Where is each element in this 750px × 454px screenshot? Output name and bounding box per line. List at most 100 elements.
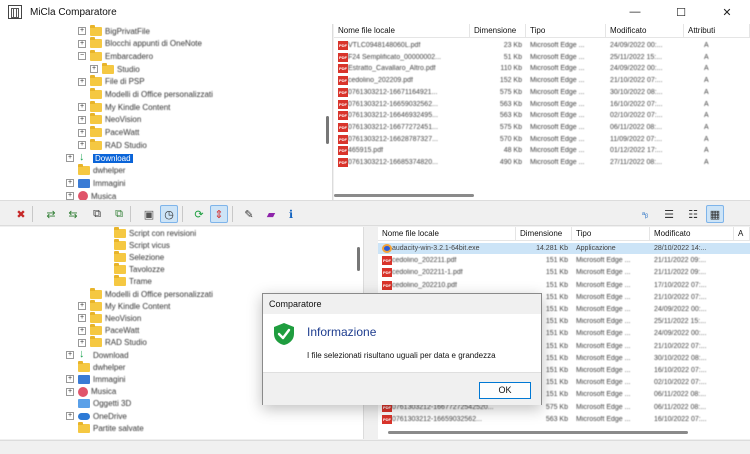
sync-right-icon[interactable]: ⇆	[64, 205, 82, 223]
table-row[interactable]: PDF 0761303212-16659032562... 563 Kb Micros…	[378, 414, 750, 425]
tree-item[interactable]: + Immagini	[66, 177, 125, 189]
maximize-button[interactable]: ☐	[658, 0, 704, 24]
table-row[interactable]: PDF Estratto_Cavallaro_Altro.pdf 110 Kb Mic…	[334, 63, 750, 74]
expand-icon[interactable]: +	[66, 179, 74, 188]
tree-item[interactable]: Partite salvate	[66, 421, 144, 434]
top-file-list[interactable]: Nome file locale Dimensione Tipo Modificato…	[334, 24, 750, 200]
column-header[interactable]: Modificato	[606, 24, 684, 38]
tree-item[interactable]: − Embarcadero	[78, 49, 153, 62]
column-header[interactable]: Dimensione	[516, 227, 572, 241]
expand-icon[interactable]: +	[78, 128, 86, 137]
tree-item[interactable]: dwhelper	[66, 164, 125, 177]
tree-item[interactable]: + NeoVision	[78, 311, 141, 324]
expand-icon[interactable]: +	[78, 39, 86, 48]
expand-icon[interactable]: +	[78, 77, 86, 86]
column-header[interactable]: Dimensione	[470, 24, 526, 38]
expand-icon[interactable]: +	[78, 338, 86, 347]
table-row[interactable]: PDF cedolino_202209.pdf 152 Kb Microsoft Ed…	[334, 75, 750, 86]
expand-icon[interactable]: +	[78, 27, 86, 35]
expand-icon[interactable]: +	[66, 387, 74, 396]
tree-item[interactable]: + OneDrive	[66, 410, 127, 422]
tree-item[interactable]: + My Kindle Content	[78, 299, 170, 312]
top-list-hscrollbar[interactable]	[334, 194, 474, 197]
date-compare-icon[interactable]: ◷	[160, 205, 178, 223]
collapse-icon[interactable]: −	[78, 52, 86, 61]
table-row[interactable]: PDF cedolino_202211-1.pdf 151 Kb Microsoft …	[378, 267, 750, 278]
column-header[interactable]: Nome file locale	[334, 24, 470, 38]
table-row[interactable]: PDF 0761303212-16659032562... 563 Kb Micros…	[334, 99, 750, 110]
expand-icon[interactable]: +	[78, 326, 86, 335]
expand-icon[interactable]: +	[66, 192, 74, 200]
sort-alpha-icon[interactable]: ᵃᵦ	[636, 205, 654, 223]
ok-button[interactable]: OK	[479, 382, 531, 399]
table-row[interactable]: PDF 0761303212-16677272451... 575 Kb Micros…	[334, 122, 750, 133]
expand-icon[interactable]: +	[66, 412, 74, 420]
minimize-button[interactable]: —	[612, 0, 658, 24]
tree-item[interactable]: + RAD Studio	[78, 138, 147, 151]
expand-icon[interactable]: +	[78, 302, 86, 311]
top-tree-scrollbar[interactable]	[326, 116, 329, 144]
copy-right-icon[interactable]: ⧉	[110, 205, 128, 223]
tree-item[interactable]: + Blocchi appunti di OneNote	[78, 37, 202, 50]
tree-item[interactable]: Script con revisioni	[102, 227, 196, 239]
info-icon[interactable]: ℹ	[282, 205, 300, 223]
table-row[interactable]: audacity-win-3.2.1-64bit.exe 14.281 Kb App…	[378, 243, 750, 254]
tree-item[interactable]: dwhelper	[66, 360, 125, 373]
table-row[interactable]: PDF cedolino_202211.pdf 151 Kb Microsoft Ed…	[378, 255, 750, 266]
grid-view-icon[interactable]: ▦	[706, 205, 724, 223]
column-header[interactable]: Tipo	[572, 227, 650, 241]
column-header[interactable]: A	[734, 227, 750, 241]
bottom-list-hscrollbar[interactable]	[388, 431, 688, 434]
column-header[interactable]: Tipo	[526, 24, 606, 38]
tree-item[interactable]: Tavolozze	[102, 263, 165, 276]
table-row[interactable]: PDF 465915.pdf 48 Kb Microsoft Edge ... 01/1…	[334, 145, 750, 156]
tree-item[interactable]: + RAD Studio	[78, 336, 147, 349]
table-row[interactable]: PDF 0761303212-16685374820... 490 Kb Micros…	[334, 157, 750, 168]
tree-item[interactable]: Selezione	[102, 250, 164, 263]
top-folder-tree[interactable]: + BigPrivatFile + Blocchi appunti di OneNot…	[0, 24, 333, 200]
expand-icon[interactable]: +	[66, 375, 74, 384]
expand-icon[interactable]: +	[90, 65, 98, 74]
expand-icon[interactable]: +	[78, 115, 86, 124]
tree-item[interactable]: + Studio	[90, 62, 140, 75]
column-header[interactable]: Nome file locale	[378, 227, 516, 241]
tree-item[interactable]: + Musica	[66, 386, 116, 398]
tree-item[interactable]: + NeoVision	[78, 113, 141, 126]
tree-item[interactable]: + Musica	[66, 190, 116, 200]
tree-item[interactable]: Oggetti 3D	[66, 398, 131, 410]
detail-view-icon[interactable]: ☷	[684, 205, 702, 223]
table-row[interactable]: PDF 0761303212-16628787327... 570 Kb Micros…	[334, 134, 750, 145]
refresh-icon[interactable]: ⟳	[190, 205, 208, 223]
table-row[interactable]: PDF 0761303212-16671164921... 575 Kb Micros…	[334, 87, 750, 98]
edit-icon[interactable]: ✎	[240, 205, 258, 223]
tree-item[interactable]: Modelli di Office personalizzati	[78, 287, 213, 300]
table-row[interactable]: PDF 0761303212-16646932495... 563 Kb Micros…	[334, 110, 750, 121]
tree-item[interactable]: + BigPrivatFile	[78, 24, 150, 37]
tree-item[interactable]: + Download	[66, 348, 129, 361]
bottom-tree-scrollbar[interactable]	[357, 247, 360, 271]
copy-left-icon[interactable]: ⧉	[88, 205, 106, 223]
compare-icon[interactable]: ▣	[140, 205, 158, 223]
expand-icon[interactable]: +	[66, 351, 74, 359]
book-icon[interactable]: ▰	[262, 205, 280, 223]
column-header[interactable]: Attributi	[684, 24, 750, 38]
tree-item[interactable]: + Download	[66, 151, 133, 164]
table-row[interactable]: PDF cedolino_202210.pdf 151 Kb Microsoft Ed…	[378, 280, 750, 291]
tree-item[interactable]: Trame	[102, 275, 152, 288]
expand-icon[interactable]: +	[78, 103, 86, 112]
tree-item[interactable]: Script vicus	[102, 238, 170, 251]
tree-item[interactable]: + File di PSP	[78, 75, 145, 88]
sort-icon[interactable]: ⇕	[210, 205, 228, 223]
expand-icon[interactable]: +	[66, 154, 74, 162]
tree-item[interactable]: + My Kindle Content	[78, 100, 170, 113]
delete-icon[interactable]: ✖	[12, 205, 30, 223]
expand-icon[interactable]: +	[78, 314, 86, 323]
tree-item[interactable]: + PaceWatt	[78, 324, 139, 337]
close-button[interactable]: ✕	[704, 0, 750, 24]
column-header[interactable]: Modificato	[650, 227, 734, 241]
table-row[interactable]: PDF F24 Semplificato_00000002... 51 Kb Micr…	[334, 52, 750, 63]
expand-icon[interactable]: +	[78, 141, 86, 150]
tree-item[interactable]: + PaceWatt	[78, 126, 139, 139]
table-row[interactable]: PDF VTLC0948148060L.pdf 23 Kb Microsoft Edg…	[334, 40, 750, 51]
list-view-icon[interactable]: ☰	[660, 205, 678, 223]
